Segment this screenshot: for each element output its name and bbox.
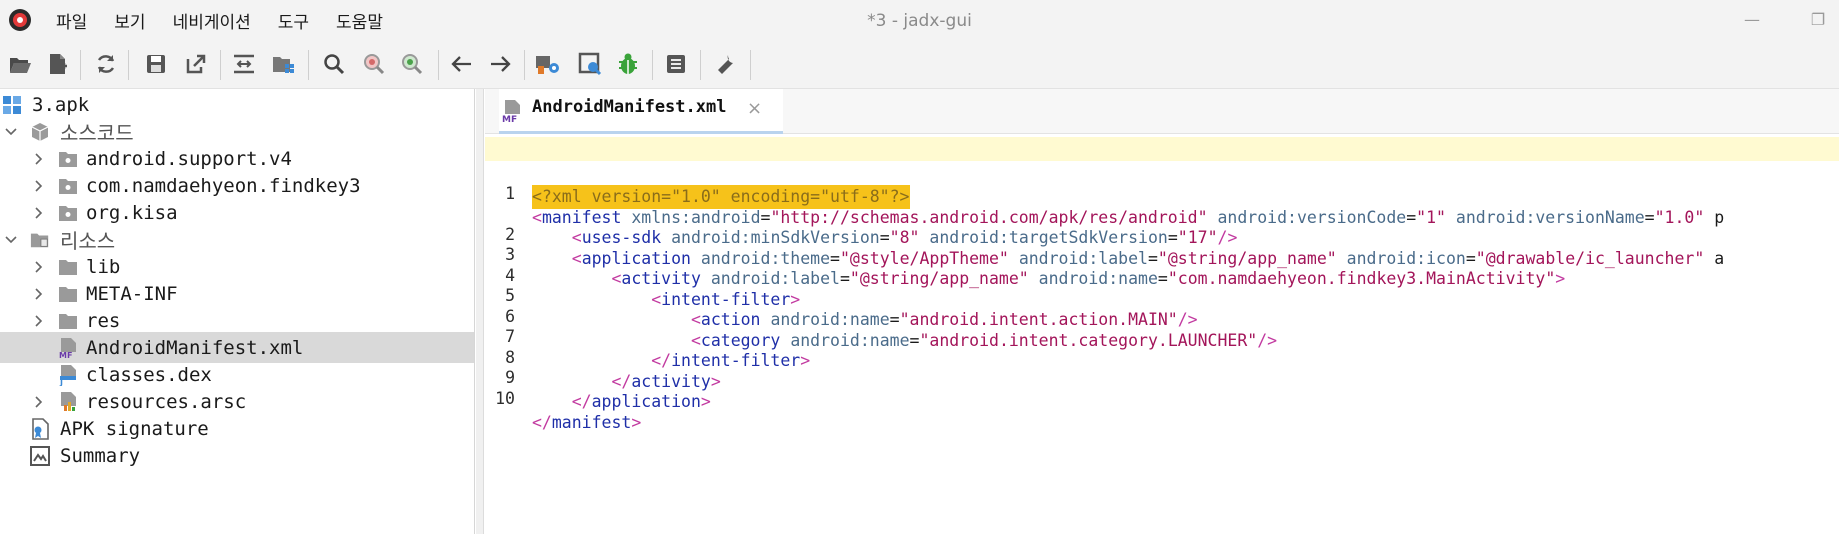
tree-label: APK signature [60,417,209,440]
svg-text:MF: MF [59,351,72,359]
window-title: *3 - jadx-gui [867,11,972,31]
project-tree: 3.apk 소스코드 android.support.v4 com.namdae… [0,89,475,534]
title-bar: 파일 보기 네비게이션 도구 도움말 *3 - jadx-gui — ❐ [0,0,1839,40]
manifest-file-icon: MF [58,337,78,359]
toolbar-separator [750,50,751,80]
package-icon [58,149,78,169]
tree-label: 소스코드 [60,121,134,145]
toolbar [0,40,1839,89]
tree-label: com.namdaehyeon.findkey3 [86,174,361,197]
chevron-right-icon[interactable] [32,152,46,166]
summary-icon [30,445,50,466]
folder-icon [58,311,78,331]
open-file-icon[interactable] [6,50,34,78]
tree-label: android.support.v4 [86,147,292,170]
toolbar-separator [438,50,439,80]
toolbar-separator [700,50,701,80]
code-text: </manifest> [532,412,642,432]
toolbar-separator [308,50,309,80]
add-files-icon[interactable] [44,50,72,78]
toolbar-separator [524,50,525,80]
tree-label: AndroidManifest.xml [86,336,304,359]
search-icon[interactable] [320,50,348,78]
folder-icon [58,284,78,304]
export-icon[interactable] [182,50,210,78]
quark-icon[interactable] [576,50,604,78]
arsc-file-icon [58,391,78,412]
chevron-right-icon[interactable] [32,314,46,328]
resources-folder-icon [30,230,50,250]
toolbar-separator [128,50,129,80]
package-icon [58,203,78,223]
chevron-right-icon[interactable] [32,395,46,409]
preferences-icon[interactable] [712,50,740,78]
save-all-icon[interactable] [142,50,170,78]
toolbar-separator [220,50,221,80]
toolbar-separator [80,50,81,80]
folder-icon [58,257,78,277]
dex-file-icon: J [58,364,78,386]
chevron-right-icon[interactable] [32,179,46,193]
find-class-icon[interactable] [360,50,388,78]
chevron-right-icon[interactable] [32,206,46,220]
chevron-down-icon[interactable] [4,125,18,139]
tree-label: 리소스 [60,229,116,253]
reload-icon[interactable] [92,50,120,78]
log-viewer-icon[interactable] [662,50,690,78]
line-number: 10 [495,388,515,408]
source-package-icon [30,122,50,142]
svg-text:MF: MF [502,115,517,123]
deobfuscation-icon[interactable] [534,50,562,78]
toolbar-separator [652,50,653,80]
find-usage-icon[interactable] [398,50,426,78]
chevron-down-icon[interactable] [4,233,18,247]
debugger-icon[interactable] [614,50,642,78]
restore-button[interactable]: ❐ [1806,8,1830,32]
certificate-icon [30,417,50,440]
minimize-button[interactable]: — [1740,8,1764,32]
tree-label: res [86,309,121,332]
tree-label: resources.arsc [86,390,247,413]
panel-splitter[interactable] [476,89,484,534]
chevron-right-icon[interactable] [32,287,46,301]
back-icon[interactable] [448,50,476,78]
manifest-file-icon: MF [502,100,520,123]
apk-icon [2,95,22,115]
close-icon[interactable]: × [747,98,762,119]
code-view[interactable]: <?xml version="1.0" encoding="utf-8"?> 1… [485,137,1839,534]
tree-label: classes.dex [86,363,212,386]
tab-android-manifest[interactable]: MF AndroidManifest.xml × [499,89,783,134]
tree-label: lib [86,255,121,278]
sync-tree-icon[interactable] [230,50,258,78]
editor-tab-bar: MF AndroidManifest.xml × [485,89,1839,134]
chevron-right-icon[interactable] [32,260,46,274]
tree-label: Summary [60,444,141,467]
code-editor: MF AndroidManifest.xml × <?xml version="… [485,89,1839,534]
flatten-packages-icon[interactable] [270,50,298,78]
package-icon [58,176,78,196]
svg-text:J: J [59,378,63,386]
tree-label: META-INF [86,282,178,305]
code-line: 10 </manifest> [485,363,1839,432]
tree-label: org.kisa [86,201,178,224]
tab-label: AndroidManifest.xml [532,97,727,117]
tree-label: 3.apk [32,93,90,116]
forward-icon[interactable] [486,50,514,78]
tree-summary[interactable]: Summary [0,440,474,471]
